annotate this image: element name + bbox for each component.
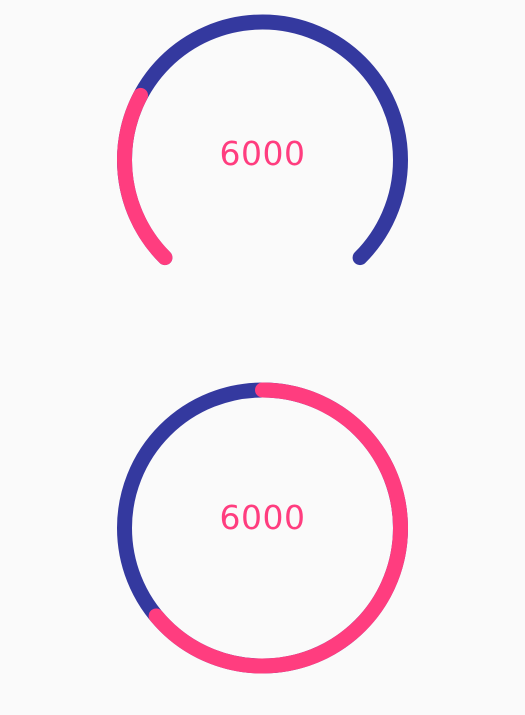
- arc-gauge: 6000: [0, 0, 525, 300]
- ring-gauge-value: 6000: [219, 498, 306, 537]
- screen: 6000 6000: [0, 0, 525, 715]
- arc-gauge-value: 6000: [219, 134, 306, 173]
- arc-gauge-progress: [117, 87, 173, 266]
- ring-gauge: 6000: [0, 360, 525, 700]
